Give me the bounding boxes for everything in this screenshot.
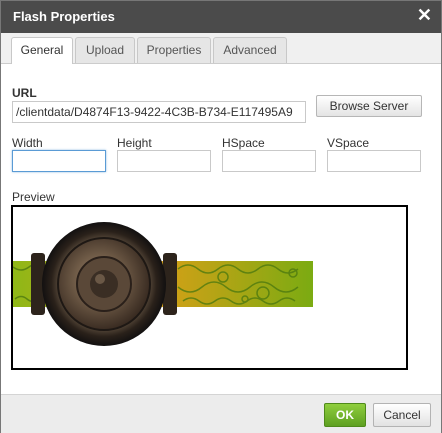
tab-general[interactable]: General <box>11 37 73 64</box>
dialog-titlebar[interactable]: Flash Properties ✕ <box>1 1 441 33</box>
preview-box <box>11 205 408 370</box>
height-input[interactable] <box>117 150 211 172</box>
vspace-label: VSpace <box>327 136 370 150</box>
cancel-button[interactable]: Cancel <box>373 403 431 427</box>
tab-properties[interactable]: Properties <box>137 37 211 63</box>
width-input[interactable] <box>12 150 106 172</box>
close-icon[interactable]: ✕ <box>417 5 432 25</box>
tab-advanced[interactable]: Advanced <box>213 37 287 63</box>
height-label: Height <box>117 136 152 150</box>
hspace-label: HSpace <box>222 136 265 150</box>
vspace-input[interactable] <box>327 150 421 172</box>
width-label: Width <box>12 136 43 150</box>
dialog-footer: OK Cancel <box>1 394 441 433</box>
tab-upload[interactable]: Upload <box>75 37 135 63</box>
tab-bar: General Upload Properties Advanced <box>1 33 441 64</box>
dialog-body: URL /clientdata/D4874F13-9422-4C3B-B734-… <box>1 64 441 394</box>
preview-label: Preview <box>12 190 55 204</box>
hspace-input[interactable] <box>222 150 316 172</box>
ok-button[interactable]: OK <box>324 403 366 427</box>
url-input[interactable]: /clientdata/D4874F13-9422-4C3B-B734-E117… <box>12 101 306 123</box>
flash-properties-dialog: Flash Properties ✕ General Upload Proper… <box>0 0 442 433</box>
dialog-title: Flash Properties <box>13 9 115 24</box>
flash-preview-image <box>13 222 313 346</box>
browse-server-button[interactable]: Browse Server <box>316 95 422 117</box>
url-label: URL <box>12 86 37 100</box>
